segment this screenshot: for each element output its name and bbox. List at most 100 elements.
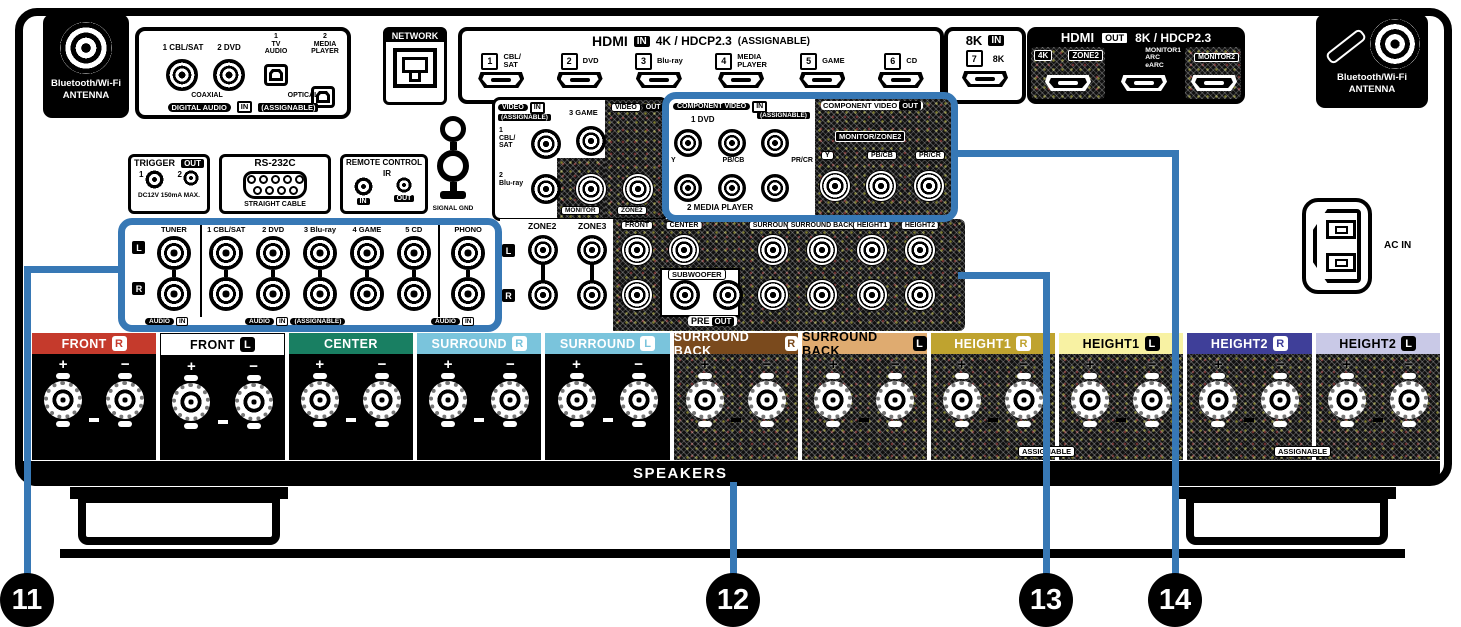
callout-11: 11 [0,573,54,627]
post-tab [1402,421,1416,427]
binding-post-column: + [429,358,467,427]
preout-jack [857,235,887,265]
hdmi-out-box: HDMI OUT 8K / HDCP2.3 4K ZONE2 MONITOR1 … [1027,27,1245,104]
binding-post-column: − [1133,358,1171,427]
post-tab [826,421,840,427]
component-out-signal-badge: PB/CB [867,151,897,160]
digital-audio-assignable-badge: (ASSIGNABLE) [258,103,318,112]
hdmi-port-number: 5 [800,53,817,70]
terminal-dash [988,418,998,422]
antenna-connector-icon [1370,19,1420,69]
signal-gnd-wing [440,191,466,199]
post-tab [1083,421,1097,427]
preout-jack [577,235,607,265]
rs232c-title: RS-232C [222,158,328,169]
hdmi-port [878,72,924,88]
callout-13-line [958,272,1050,279]
post-tab [826,373,840,379]
binding-post-column: + [558,358,596,427]
post-tab [118,421,132,427]
speaker-channel-badge: L [640,336,655,351]
preout-jack [807,235,837,265]
speaker-assignable-badge-2: ASSIGNABLE [1274,446,1331,457]
preout-pre-label: PRE [691,316,710,326]
component-out-signal-badge: PR/CR [915,151,945,160]
speaker-channel-name: HEIGHT1 [1083,337,1140,351]
hdmi-port-number: 3 [635,53,652,70]
binding-post [235,383,273,421]
preout-r-label: R [502,289,515,302]
hdmi-in-assignable: (ASSIGNABLE) [738,36,810,47]
speaker-section: SURROUNDR+− [417,333,541,460]
post-tab [184,423,198,429]
coaxial-label: COAXIAL [169,92,245,99]
video-in-game-label: 3 GAME [569,108,598,117]
binding-post [491,381,529,419]
trigger-note: DC12V 150mA MAX. [131,192,207,199]
binding-post [943,381,981,419]
component-video-box: COMPONENT VIDEO IN (ASSIGNABLE) 1 DVD YP… [662,92,958,222]
speaker-section: HEIGHT1L+− [1059,333,1183,460]
binding-post-column: − [363,358,401,427]
hdmi-out-zone2-badge: ZONE2 [1068,50,1103,61]
speaker-section-label: SURROUND BACKL [802,333,926,354]
post-tab [570,421,584,427]
antenna-connector-icon [60,22,112,74]
component-out-monitor-zone2-badge: MONITOR/ZONE2 [835,131,905,142]
video-out-zone2-jack [623,174,653,204]
component-out-jack [914,171,944,201]
video-in-bluray-jack [531,174,561,204]
post-tab [570,373,584,379]
post-tab [1017,421,1031,427]
hdmi-in-spec: 4K / HDCP2.3 [656,34,732,48]
hdmi-out-4k-badge: 4K [1034,50,1052,61]
speaker-channel-name: SURROUND [560,337,635,351]
signal-gnd-terminal-icon [437,150,469,182]
terminal-dash [603,418,613,422]
optical-1-label: 1 TV AUDIO [257,33,295,56]
hdmi-port-number: 2 [561,53,578,70]
remote-control-box: REMOTE CONTROL IR IN OUT [340,154,428,214]
coaxial-2-label: 2 DVD [203,43,255,52]
component-in-signal-label: PR/CR [791,157,813,164]
network-label: NETWORK [386,30,444,42]
component-in-jack [674,174,702,202]
component-out-signal-badge: Y [821,151,834,160]
terminal-dash [218,420,228,424]
ac-inlet [1302,198,1372,294]
preout-subwoofer-label: SUBWOOFER [668,269,726,280]
preout-jack [670,280,700,310]
speaker-section: SURROUND BACKL+− [802,333,926,460]
hdmi-out-monitor2-port [1191,75,1237,91]
post-tab [760,373,774,379]
speaker-section-label: HEIGHT1L [1059,333,1183,354]
speaker-section-label: FRONTR [32,333,156,354]
antenna-rod-icon [1325,28,1368,65]
trigger-jack-1-label: 1 [139,170,143,179]
post-tab [503,373,517,379]
hdmi-in-port-cell: 5GAME [799,50,845,88]
binding-post [363,381,401,419]
hdmi-in-port-cell: 1CBL/ SAT [478,50,524,88]
binding-post-column: + [172,360,210,429]
preout-jack [857,280,887,310]
hdmi-out-zone2-port [1045,75,1091,91]
optical-jack-1 [264,64,288,86]
minus-sign: − [634,358,643,371]
binding-post [106,381,144,419]
callout-14-line [951,150,1179,157]
zone3-link [590,263,594,281]
hdmi-port-label-row: 4MEDIA PLAYER [715,50,767,72]
component-out-group-label: COMPONENT VIDEO [823,101,897,110]
binding-post-column: − [620,358,658,427]
antenna-right-box: Bluetooth/Wi-Fi ANTENNA [1316,14,1428,108]
minus-sign: − [891,358,900,371]
binding-post [686,381,724,419]
binding-post-column: − [106,358,144,427]
post-tab [1145,421,1159,427]
component-in-group-label: COMPONENT VIDEO [673,103,750,110]
video-in-cbl-jack [531,129,561,159]
video-out-group-label: VIDEO [611,103,641,112]
binding-post [1071,381,1109,419]
video-box: VIDEO IN (ASSIGNABLE) 3 GAME 1 CBL/ SAT … [492,97,668,221]
